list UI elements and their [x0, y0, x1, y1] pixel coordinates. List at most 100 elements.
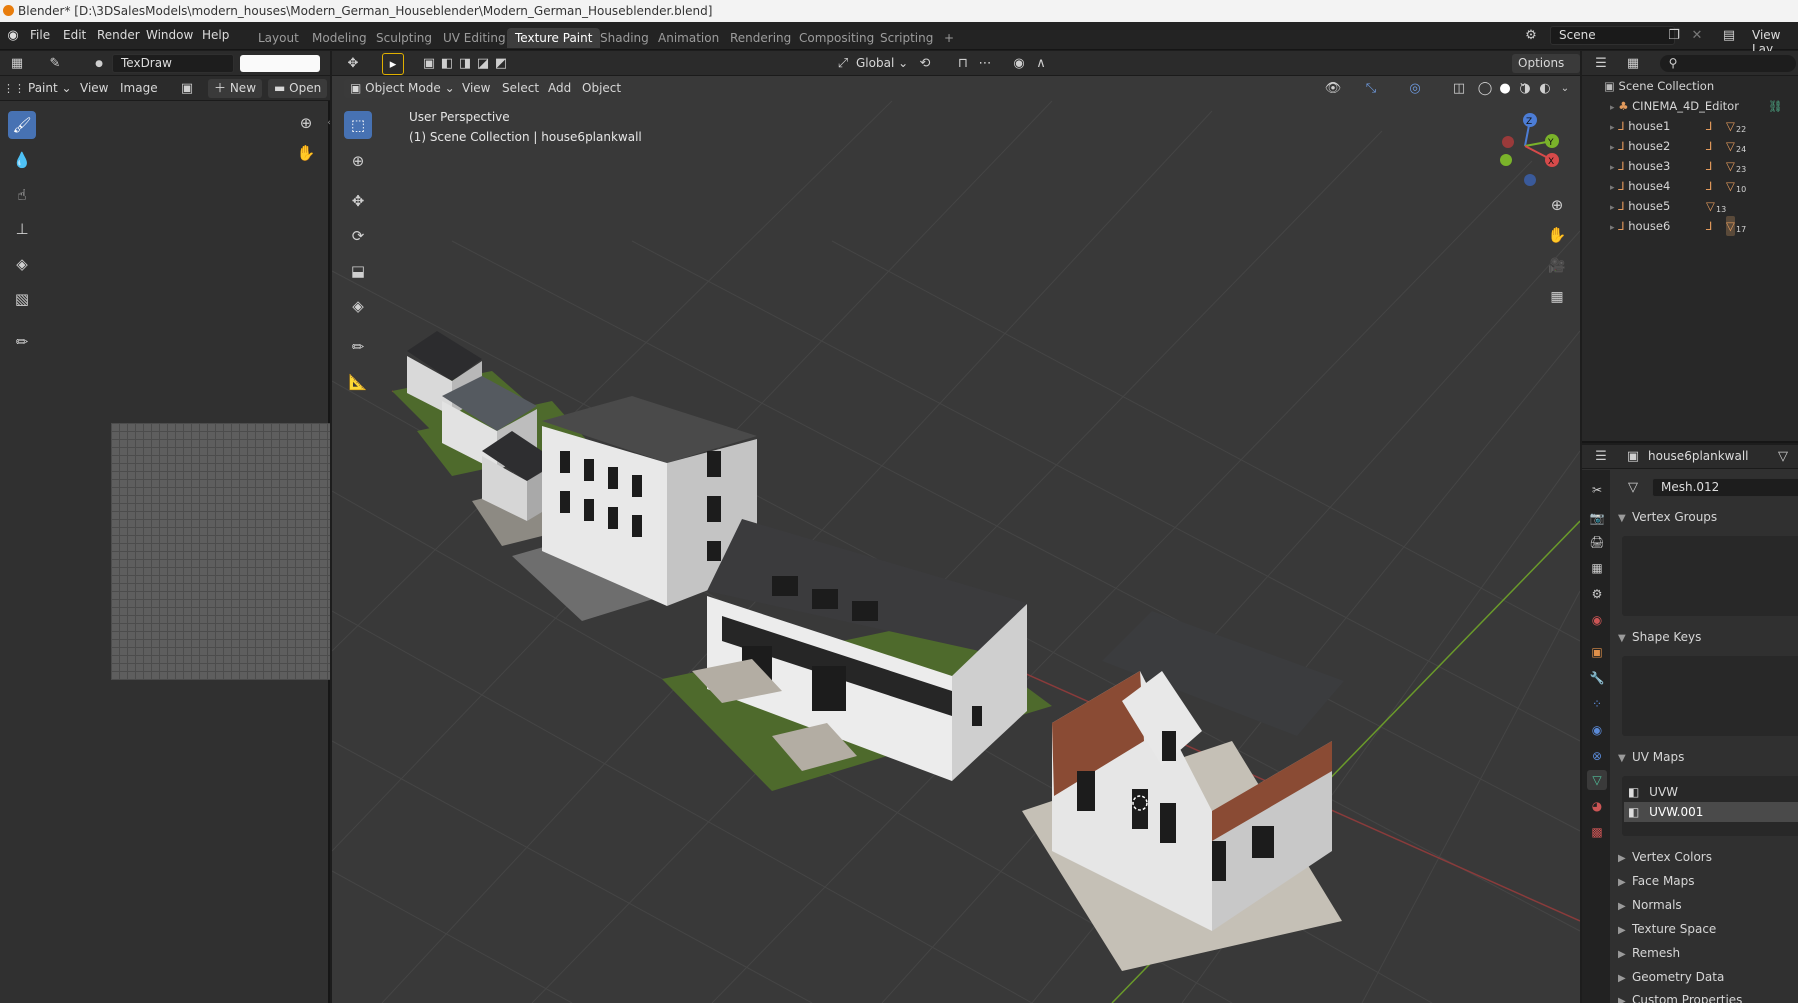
normals-header[interactable]: ▶ Normals: [1618, 898, 1682, 912]
scene-tab-icon[interactable]: ⚙: [1587, 584, 1607, 604]
custom-properties-header[interactable]: ▶ Custom Properties: [1618, 993, 1742, 1003]
new-image-button[interactable]: ＋ New: [208, 79, 263, 98]
annotate-tool-icon[interactable]: ✏: [8, 328, 36, 356]
outliner-item-house1[interactable]: ▸ ⅃ house1 ⅃ ▽ 22: [1582, 116, 1782, 136]
view-layer-tab-icon[interactable]: ▦: [1587, 558, 1607, 578]
outliner-item-house6[interactable]: ▸ ⅃ house6 ⅃ ▽ 17: [1582, 216, 1782, 236]
menu-edit[interactable]: Edit: [63, 28, 86, 42]
vertex-colors-header[interactable]: ▶ Vertex Colors: [1618, 850, 1712, 864]
delete-scene-icon[interactable]: ✕: [1686, 25, 1708, 47]
move-tool-icon[interactable]: ✥: [344, 187, 372, 215]
select-intersect-icon[interactable]: ◩: [490, 53, 512, 75]
world-tab-icon[interactable]: ◉: [1587, 610, 1607, 630]
smear-tool-icon[interactable]: ☝: [8, 181, 36, 209]
blender-menu-icon[interactable]: ◉: [2, 25, 24, 47]
tab-modeling[interactable]: Modeling: [304, 28, 375, 48]
menu-window[interactable]: Window: [146, 28, 193, 42]
viewport-pan-icon[interactable]: ✋: [1546, 224, 1568, 246]
editor-type-icon[interactable]: ▦: [6, 53, 28, 75]
scene-name-field[interactable]: Scene: [1550, 26, 1675, 45]
tab-shading[interactable]: Shading: [592, 28, 657, 48]
geometry-data-header[interactable]: ▶ Geometry Data: [1618, 970, 1724, 984]
open-image-button[interactable]: ▬ Open: [268, 79, 328, 98]
particles-tab-icon[interactable]: ⁘: [1587, 694, 1607, 714]
object-mode-dropdown[interactable]: ▣ Object Mode ⌄: [344, 79, 461, 98]
xray-icon[interactable]: ◫: [1448, 78, 1470, 100]
ortho-toggle-icon[interactable]: ▦: [1546, 286, 1568, 308]
viewport-menu-add[interactable]: Add: [542, 79, 577, 98]
physics-tab-icon[interactable]: ◉: [1587, 720, 1607, 740]
image-menu-image[interactable]: Image: [114, 79, 164, 98]
rendered-shading-icon[interactable]: ◐: [1534, 78, 1556, 100]
zoom-icon[interactable]: ⊕: [295, 112, 317, 134]
outliner-item-house2[interactable]: ▸ ⅃ house2 ⅃ ▽ 24: [1582, 136, 1782, 156]
fill-tool-icon[interactable]: ◈: [8, 250, 36, 278]
pan-hand-icon[interactable]: ✋: [295, 142, 317, 164]
paint-mode-dropdown[interactable]: Paint ⌄: [22, 79, 78, 98]
material-shading-icon[interactable]: ◑: [1514, 78, 1536, 100]
falloff-icon[interactable]: ∧: [1030, 53, 1052, 75]
outliner-item-house3[interactable]: ▸ ⅃ house3 ⅃ ▽ 23: [1582, 156, 1782, 176]
cursor-tool-icon[interactable]: ⊕: [344, 147, 372, 175]
tab-rendering[interactable]: Rendering: [722, 28, 799, 48]
uv-maps-header[interactable]: ▼ UV Maps: [1618, 750, 1684, 764]
outliner-item-house5[interactable]: ▸ ⅃ house5 ▽ 13: [1582, 196, 1782, 216]
visibility-icon[interactable]: 👁: [1322, 78, 1344, 100]
constraints-tab-icon[interactable]: ⊗: [1587, 746, 1607, 766]
pivot-point-icon[interactable]: ⟲: [914, 53, 936, 75]
tab-sculpting[interactable]: Sculpting: [368, 28, 440, 48]
tab-compositing[interactable]: Compositing: [791, 28, 882, 48]
scale-tool-icon[interactable]: ⬓: [344, 257, 372, 285]
overlay-toggle-icon[interactable]: ◎: [1404, 78, 1426, 100]
viewport-menu-view[interactable]: View: [456, 79, 496, 98]
image-browse-icon[interactable]: ▣: [176, 78, 198, 100]
viewport-select-tool-icon[interactable]: ⬚: [344, 111, 372, 139]
new-scene-icon[interactable]: ❐: [1663, 25, 1685, 47]
vertex-groups-header[interactable]: ▼ Vertex Groups: [1618, 510, 1717, 524]
tool-tab-icon[interactable]: ✂: [1587, 480, 1607, 500]
outliner-editor-type-icon[interactable]: ☰: [1590, 53, 1612, 75]
wireframe-shading-icon[interactable]: ◯: [1474, 78, 1496, 100]
image-menu-view[interactable]: View: [74, 79, 114, 98]
mesh-selector[interactable]: ▽ Mesh.012: [1618, 477, 1798, 499]
outliner-item-cinema4d[interactable]: ▸ ♣ CINEMA_4D_Editor ⛓: [1582, 96, 1783, 116]
render-tab-icon[interactable]: 📷: [1587, 508, 1607, 528]
mask-tool-icon[interactable]: ▧: [8, 285, 36, 313]
face-maps-header[interactable]: ▶ Face Maps: [1618, 874, 1695, 888]
clone-tool-icon[interactable]: ⊥: [8, 215, 36, 243]
tab-uv-editing[interactable]: UV Editing: [435, 28, 514, 48]
viewport-editor-type-icon[interactable]: ✥: [342, 53, 364, 75]
shading-options-icon[interactable]: ⌄: [1554, 78, 1576, 100]
measure-tool-icon[interactable]: 📐: [344, 368, 372, 396]
house6-model[interactable]: [1022, 611, 1344, 971]
texture-tab-icon[interactable]: ▩: [1587, 822, 1607, 842]
transform-orientation-dropdown[interactable]: Global ⌄: [850, 54, 914, 73]
transform-tool-icon[interactable]: ◈: [344, 292, 372, 320]
shape-keys-list[interactable]: [1622, 656, 1798, 736]
mesh-data-tab-icon[interactable]: ▽: [1587, 770, 1607, 790]
tab-scripting[interactable]: Scripting: [872, 28, 941, 48]
display-mode-icon[interactable]: ▦: [1622, 53, 1644, 75]
brush-name-field[interactable]: TexDraw: [112, 54, 234, 73]
snap-icon[interactable]: ⊓: [952, 53, 974, 75]
draw-tool-icon[interactable]: 🖌: [8, 111, 36, 139]
remesh-header[interactable]: ▶ Remesh: [1618, 946, 1680, 960]
menu-render[interactable]: Render: [97, 28, 140, 42]
brush-color-swatch[interactable]: [240, 55, 320, 72]
texture-space-header[interactable]: ▶ Texture Space: [1618, 922, 1716, 936]
camera-view-icon[interactable]: 🎥: [1546, 255, 1568, 277]
tab-layout[interactable]: Layout: [250, 28, 307, 48]
menu-help[interactable]: Help: [202, 28, 229, 42]
viewport-menu-select[interactable]: Select: [496, 79, 545, 98]
options-dropdown[interactable]: Options ⌄: [1512, 54, 1580, 89]
material-tab-icon[interactable]: ◕: [1587, 796, 1607, 816]
tab-animation[interactable]: Animation: [650, 28, 727, 48]
outliner-item-house4[interactable]: ▸ ⅃ house4 ⅃ ▽ 10: [1582, 176, 1782, 196]
viewport-3d[interactable]: [332, 51, 1580, 1003]
viewport-menu-object[interactable]: Object: [576, 79, 627, 98]
scene-selector-icon[interactable]: ⚙: [1520, 25, 1542, 47]
select-tool-icon[interactable]: ▸: [382, 53, 404, 75]
shape-keys-header[interactable]: ▼ Shape Keys: [1618, 630, 1701, 644]
outliner-scene-collection[interactable]: ▣ Scene Collection: [1582, 76, 1782, 96]
properties-editor-type-icon[interactable]: ☰: [1590, 446, 1612, 468]
